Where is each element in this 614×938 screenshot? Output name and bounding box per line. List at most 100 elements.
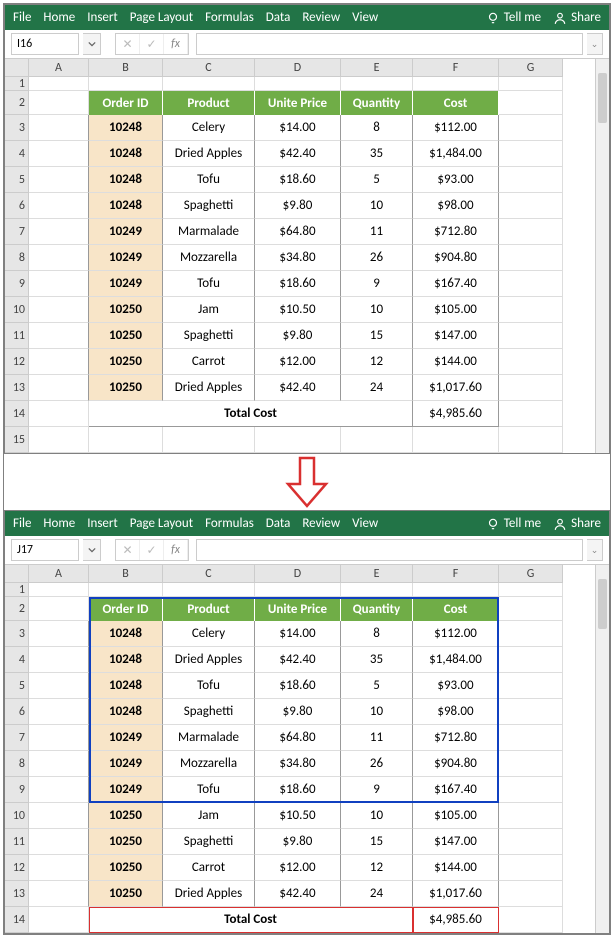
table-header-cell[interactable]: Unite Price xyxy=(255,597,341,621)
cell[interactable] xyxy=(163,427,255,453)
data-cell[interactable]: $144.00 xyxy=(413,855,499,881)
data-cell[interactable]: $42.40 xyxy=(255,141,341,167)
total-label-cell[interactable]: Total Cost xyxy=(89,907,413,933)
data-cell[interactable]: $93.00 xyxy=(413,167,499,193)
data-cell[interactable]: Dried Apples xyxy=(163,141,255,167)
formula-bar-expand[interactable]: ⌄ xyxy=(587,539,603,561)
cell[interactable] xyxy=(499,375,563,401)
tab-formulas[interactable]: Formulas xyxy=(205,10,254,25)
cell[interactable] xyxy=(413,583,499,597)
data-cell[interactable]: 10 xyxy=(341,803,413,829)
data-cell[interactable]: $712.80 xyxy=(413,725,499,751)
table-header-cell[interactable]: Product xyxy=(163,597,255,621)
data-cell[interactable]: $18.60 xyxy=(255,673,341,699)
cell[interactable] xyxy=(89,427,163,453)
cell[interactable] xyxy=(29,375,89,401)
cell[interactable] xyxy=(89,583,163,597)
column-header[interactable]: A xyxy=(29,565,89,583)
data-cell[interactable]: 11 xyxy=(341,725,413,751)
tab-view[interactable]: View xyxy=(352,10,378,25)
row-header[interactable]: 6 xyxy=(5,193,29,219)
cell[interactable] xyxy=(499,699,563,725)
cell[interactable] xyxy=(499,829,563,855)
data-cell[interactable]: $34.80 xyxy=(255,751,341,777)
column-header[interactable]: D xyxy=(255,565,341,583)
row-header[interactable]: 10 xyxy=(5,803,29,829)
row-header[interactable]: 11 xyxy=(5,323,29,349)
cell[interactable] xyxy=(29,271,89,297)
order-id-cell[interactable]: 10250 xyxy=(89,349,163,375)
data-cell[interactable]: Tofu xyxy=(163,777,255,803)
data-cell[interactable]: 12 xyxy=(341,855,413,881)
data-cell[interactable]: Celery xyxy=(163,621,255,647)
data-cell[interactable]: $10.50 xyxy=(255,297,341,323)
cell[interactable] xyxy=(89,77,163,91)
cell[interactable] xyxy=(29,829,89,855)
order-id-cell[interactable]: 10249 xyxy=(89,271,163,297)
order-id-cell[interactable]: 10248 xyxy=(89,193,163,219)
vertical-scrollbar[interactable] xyxy=(595,565,609,933)
row-header[interactable]: 12 xyxy=(5,855,29,881)
cell[interactable] xyxy=(499,881,563,907)
row-header[interactable]: 13 xyxy=(5,375,29,401)
data-cell[interactable]: $105.00 xyxy=(413,297,499,323)
cell[interactable] xyxy=(499,803,563,829)
column-header[interactable]: G xyxy=(499,565,563,583)
data-cell[interactable]: $112.00 xyxy=(413,115,499,141)
cell[interactable] xyxy=(163,583,255,597)
vertical-scrollbar[interactable] xyxy=(595,59,609,453)
tab-file[interactable]: File xyxy=(13,10,31,25)
cell[interactable] xyxy=(499,115,563,141)
cell[interactable] xyxy=(29,855,89,881)
order-id-cell[interactable]: 10250 xyxy=(89,829,163,855)
cell[interactable] xyxy=(341,427,413,453)
data-cell[interactable]: 24 xyxy=(341,881,413,907)
data-cell[interactable]: $98.00 xyxy=(413,699,499,725)
data-cell[interactable]: Jam xyxy=(163,297,255,323)
cell[interactable] xyxy=(499,167,563,193)
formula-input[interactable] xyxy=(196,539,583,561)
order-id-cell[interactable]: 10249 xyxy=(89,777,163,803)
data-cell[interactable]: 15 xyxy=(341,829,413,855)
cell[interactable] xyxy=(499,245,563,271)
data-cell[interactable]: 24 xyxy=(341,375,413,401)
order-id-cell[interactable]: 10250 xyxy=(89,375,163,401)
row-header[interactable]: 14 xyxy=(5,401,29,427)
formula-input[interactable] xyxy=(196,33,583,55)
share-button[interactable]: Share xyxy=(553,10,601,25)
column-header[interactable]: A xyxy=(29,59,89,77)
cell[interactable] xyxy=(29,141,89,167)
data-cell[interactable]: $147.00 xyxy=(413,829,499,855)
tab-review[interactable]: Review xyxy=(302,10,340,25)
tab-page-layout[interactable]: Page Layout xyxy=(130,10,193,25)
row-header[interactable]: 7 xyxy=(5,219,29,245)
cell[interactable] xyxy=(255,583,341,597)
tab-home[interactable]: Home xyxy=(43,10,75,25)
name-box[interactable]: I16 xyxy=(11,33,79,55)
cell[interactable] xyxy=(499,141,563,167)
tab-data[interactable]: Data xyxy=(266,10,291,25)
data-cell[interactable]: $1,484.00 xyxy=(413,141,499,167)
data-cell[interactable]: 5 xyxy=(341,673,413,699)
cell[interactable] xyxy=(341,583,413,597)
cell[interactable] xyxy=(499,621,563,647)
cell[interactable] xyxy=(29,751,89,777)
row-header[interactable]: 10 xyxy=(5,297,29,323)
data-cell[interactable]: Spaghetti xyxy=(163,829,255,855)
cell[interactable] xyxy=(29,673,89,699)
order-id-cell[interactable]: 10248 xyxy=(89,141,163,167)
row-header[interactable]: 7 xyxy=(5,725,29,751)
cell[interactable] xyxy=(29,583,89,597)
data-cell[interactable]: Marmalade xyxy=(163,219,255,245)
data-cell[interactable]: 8 xyxy=(341,621,413,647)
column-header[interactable]: C xyxy=(163,59,255,77)
order-id-cell[interactable]: 10249 xyxy=(89,751,163,777)
data-cell[interactable]: $112.00 xyxy=(413,621,499,647)
tab-file[interactable]: File xyxy=(13,516,31,531)
tab-insert[interactable]: Insert xyxy=(87,10,118,25)
name-box[interactable]: J17 xyxy=(11,539,79,561)
data-cell[interactable]: $1,017.60 xyxy=(413,375,499,401)
order-id-cell[interactable]: 10248 xyxy=(89,699,163,725)
data-cell[interactable]: $18.60 xyxy=(255,777,341,803)
order-id-cell[interactable]: 10248 xyxy=(89,647,163,673)
